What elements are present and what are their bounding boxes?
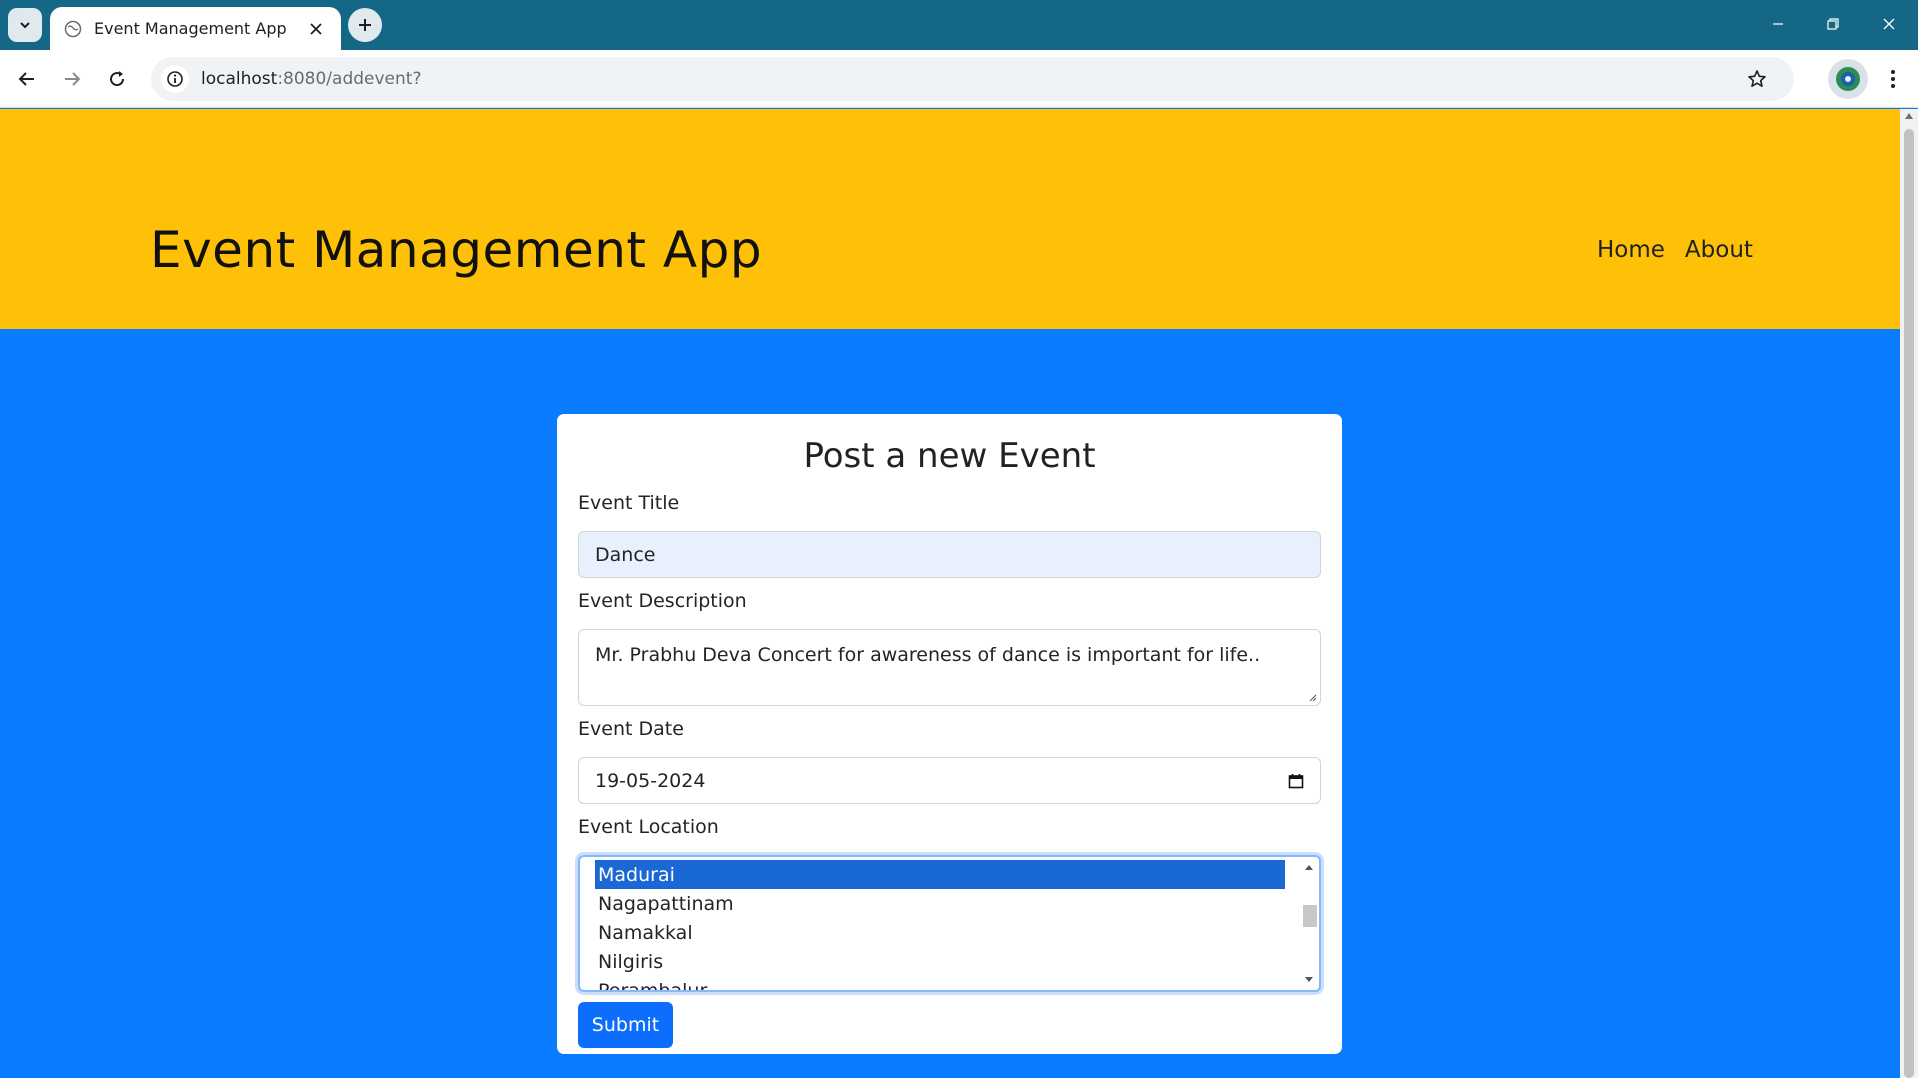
location-option[interactable]: Perambalur [595,976,1285,991]
event-title-input[interactable]: Dance [578,531,1321,578]
url-path: :8080/addevent? [277,69,422,89]
form-title: Post a new Event [803,436,1096,476]
site-info-icon[interactable] [161,65,189,93]
listbox-scrollbar[interactable] [1299,857,1319,990]
page-scroll-thumb[interactable] [1904,129,1914,1078]
location-option[interactable]: Nagapattinam [595,889,1285,918]
minimize-icon [1773,23,1783,25]
tab-title: Event Management App [94,19,287,38]
close-icon [1883,18,1895,30]
close-tab-icon[interactable] [305,18,327,40]
arrow-right-icon [65,72,81,86]
site-header: Event Management App Home About [0,109,1900,329]
nav-link-about[interactable]: About [1685,237,1753,263]
bookmark-star-icon[interactable] [1744,66,1770,92]
page-viewport: Event Management App Home About Post a n… [0,109,1900,1078]
scroll-up-arrow-icon[interactable] [1305,865,1313,870]
event-description-label: Event Description [578,590,747,612]
new-tab-button[interactable] [348,8,382,42]
event-date-input[interactable]: 19-05-2024 [578,757,1321,804]
page-scrollbar[interactable] [1900,109,1918,1078]
event-form-card: Post a new Event Event Title Dance Event… [557,414,1342,1054]
resize-handle-icon[interactable] [1307,692,1317,702]
event-location-listbox[interactable]: Madurai Nagapattinam Namakkal Nilgiris P… [578,855,1321,992]
reload-button[interactable] [102,64,132,94]
forward-button[interactable] [57,64,87,94]
tab-search-button[interactable] [8,8,42,42]
location-option-selected[interactable]: Madurai [595,860,1285,889]
restore-window-button[interactable] [1813,8,1853,40]
scroll-up-arrow-icon[interactable] [1905,113,1913,119]
event-date-label: Event Date [578,718,684,740]
plus-icon [359,19,371,31]
chevron-down-icon [20,22,30,29]
url-host: localhost [201,69,278,89]
event-title-label: Event Title [578,492,680,514]
close-window-button[interactable] [1869,8,1909,40]
location-option[interactable]: Namakkal [595,918,1285,947]
minimize-window-button[interactable] [1758,8,1798,40]
browser-menu-button[interactable] [1880,64,1906,94]
event-description-textarea[interactable]: Mr. Prabhu Deva Concert for awareness of… [578,629,1321,706]
back-button[interactable] [12,64,42,94]
reload-icon [110,71,125,87]
event-description-text: Mr. Prabhu Deva Concert for awareness of… [595,644,1261,666]
avatar-icon [1836,67,1860,91]
browser-tab-bar: Event Management App [0,0,1918,50]
browser-tab-active[interactable]: Event Management App [50,7,341,50]
submit-button[interactable]: Submit [578,1002,673,1048]
browser-toolbar: localhost:8080/addevent? [0,50,1918,108]
restore-icon [1827,18,1839,30]
more-vertical-icon [1891,70,1895,88]
globe-icon [64,20,82,38]
event-date-value: 19-05-2024 [595,769,706,792]
profile-avatar[interactable] [1828,59,1868,99]
calendar-icon[interactable] [1288,773,1304,789]
arrow-left-icon [18,72,34,86]
event-location-label: Event Location [578,816,719,838]
location-option[interactable]: Nilgiris [595,947,1285,976]
main-nav: Home About [1597,237,1753,263]
listbox-scroll-thumb[interactable] [1303,905,1317,927]
nav-link-home[interactable]: Home [1597,237,1665,263]
brand-title: Event Management App [150,221,763,279]
scroll-down-arrow-icon[interactable] [1305,977,1313,982]
address-bar[interactable]: localhost:8080/addevent? [151,57,1794,101]
